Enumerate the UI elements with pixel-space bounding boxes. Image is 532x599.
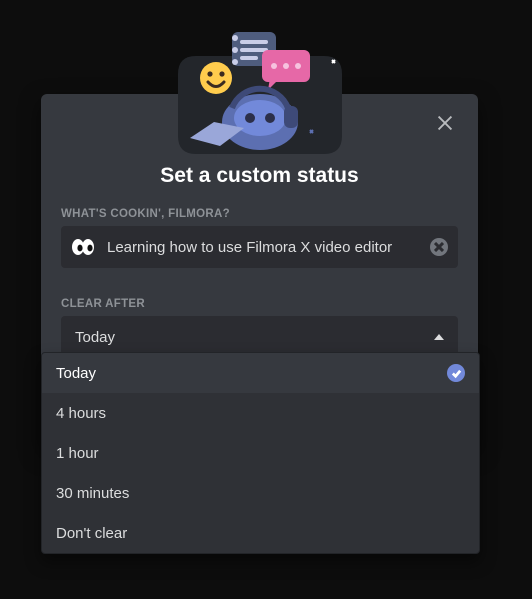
clear-after-label: CLEAR AFTER (61, 298, 458, 310)
close-button[interactable] (434, 112, 456, 139)
status-input-row (61, 226, 458, 268)
modal-header: Set a custom status (41, 94, 478, 200)
option-label: Today (56, 365, 96, 382)
selected-check (447, 364, 465, 382)
modal-title: Set a custom status (61, 164, 458, 188)
option-label: 4 hours (56, 405, 106, 422)
option-label: 1 hour (56, 445, 99, 462)
status-emoji-picker[interactable] (71, 238, 95, 256)
option-label: 30 minutes (56, 485, 129, 502)
clear-option-4-hours[interactable]: 4 hours (42, 393, 479, 433)
check-icon (451, 368, 462, 379)
clear-input-icon (434, 242, 444, 252)
clear-after-dropdown: Today 4 hours 1 hour 30 minutes Don't cl… (41, 352, 480, 554)
clear-option-1-hour[interactable]: 1 hour (42, 433, 479, 473)
eyes-icon (71, 238, 95, 256)
clear-option-30-minutes[interactable]: 30 minutes (42, 473, 479, 513)
caret-up-icon (434, 334, 444, 340)
status-prompt-label: WHAT'S COOKIN', FILMORA? (61, 208, 458, 220)
close-icon (434, 112, 456, 134)
clear-option-dont-clear[interactable]: Don't clear (42, 513, 479, 553)
clear-after-selected-value: Today (75, 329, 115, 346)
clear-status-button[interactable] (430, 238, 448, 256)
status-text-input[interactable] (105, 238, 430, 257)
clear-option-today[interactable]: Today (42, 353, 479, 393)
option-label: Don't clear (56, 525, 127, 542)
